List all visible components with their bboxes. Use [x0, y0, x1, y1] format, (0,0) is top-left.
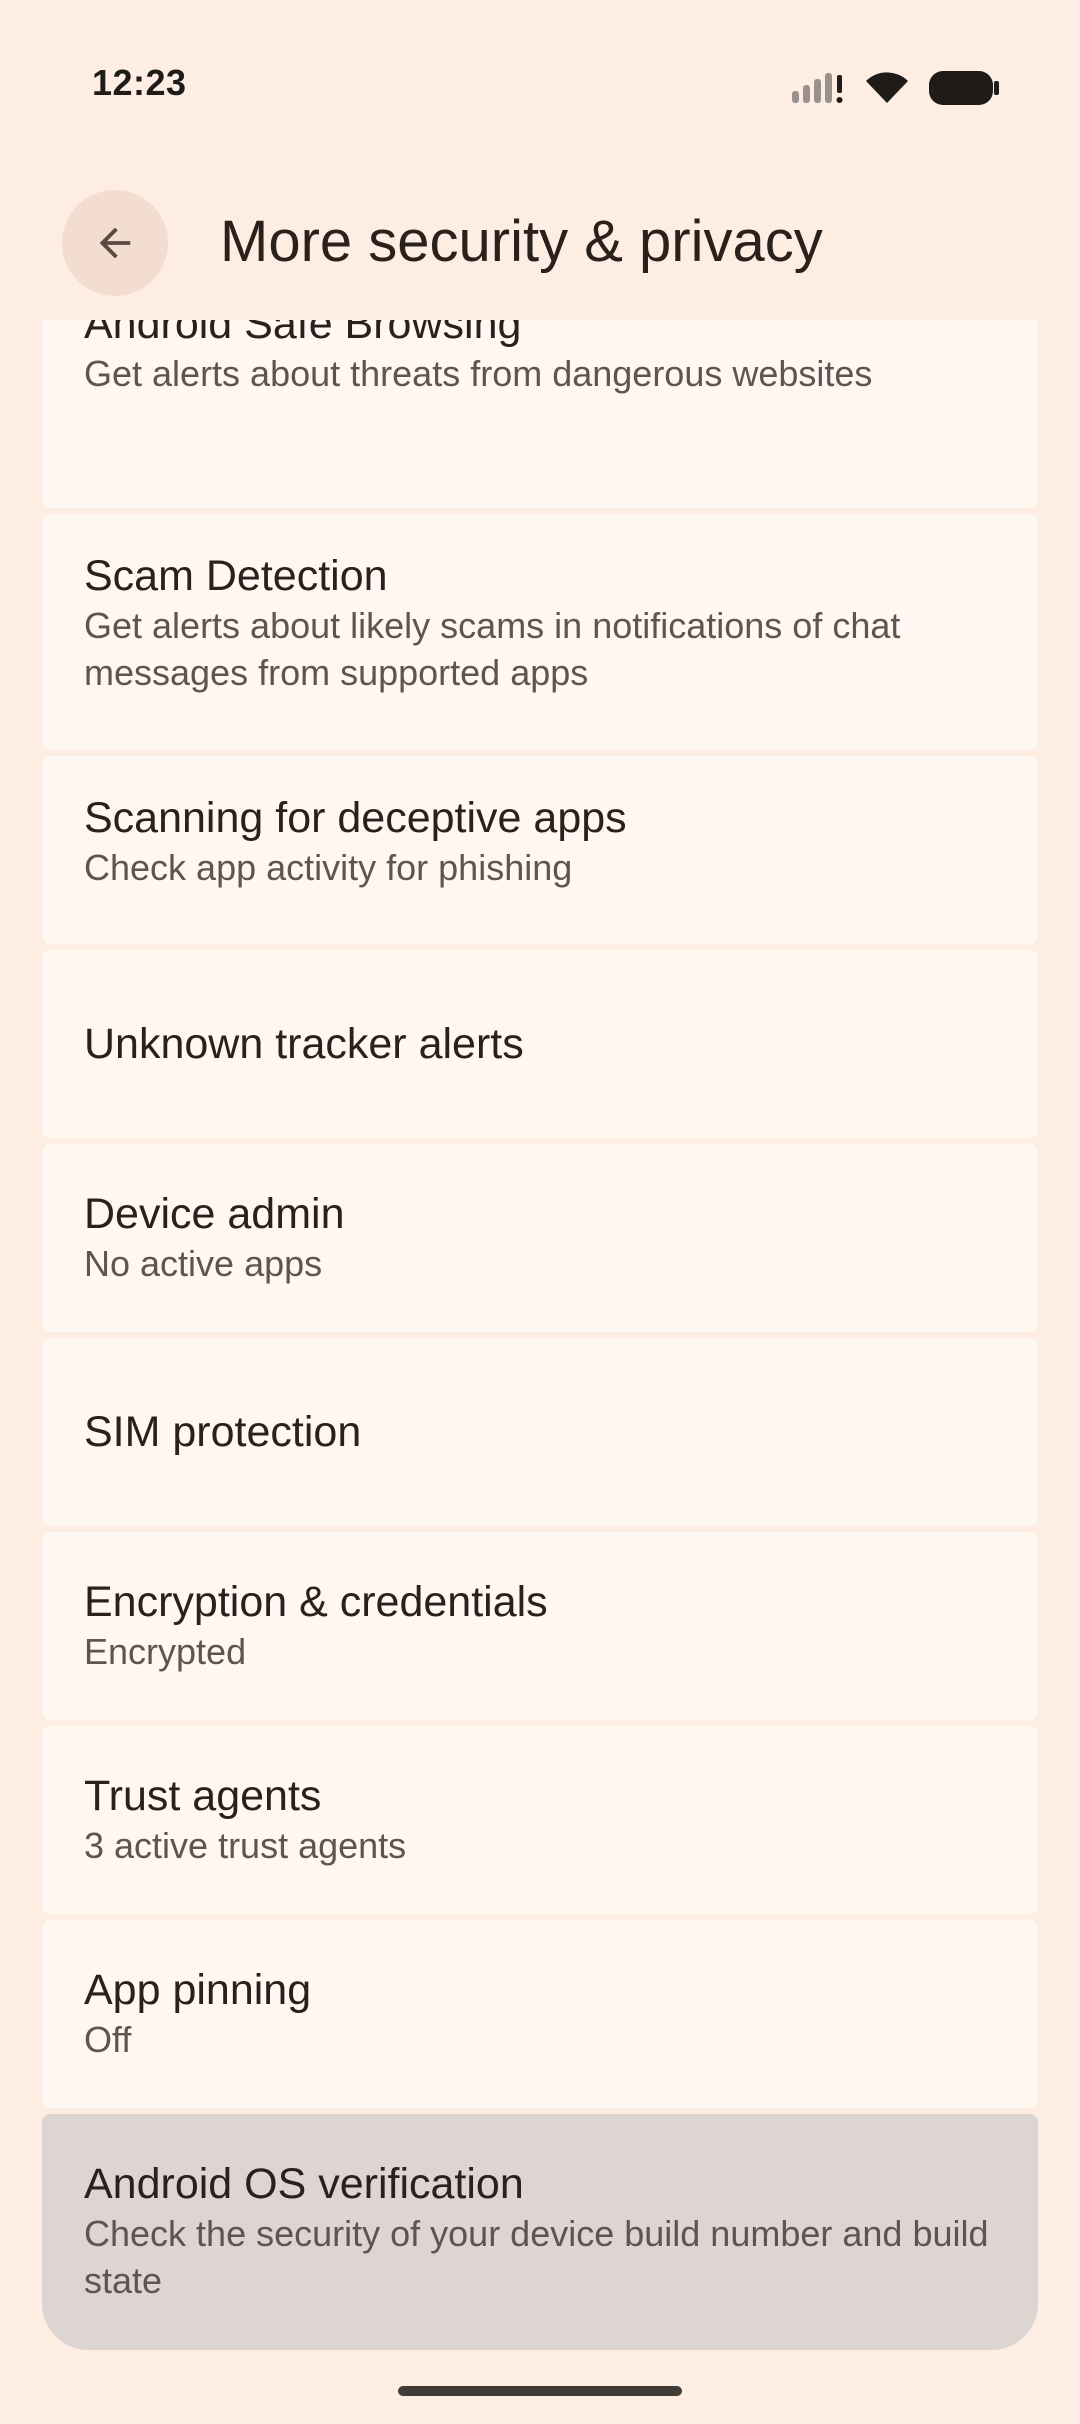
item-title: Scam Detection [84, 552, 388, 600]
app-bar: More security & privacy [0, 190, 1080, 300]
item-subtitle: Get alerts about threats from dangerous … [84, 353, 873, 394]
item-title: Android OS verification [84, 2160, 524, 2208]
item-title: Scanning for deceptive apps [84, 794, 627, 842]
item-subtitle: No active apps [84, 1243, 323, 1284]
list-item-device-admin[interactable]: Device admin No active apps [42, 1144, 1038, 1332]
home-indicator[interactable] [398, 2386, 682, 2396]
item-title: Android Safe Browsing [84, 320, 522, 348]
item-title: SIM protection [84, 1408, 362, 1456]
item-title: Encryption & credentials [84, 1578, 548, 1626]
settings-list[interactable]: Android Safe Browsing Get alerts about t… [0, 320, 1080, 2350]
status-bar: 12:23 [0, 0, 1080, 150]
item-subtitle: 3 active trust agents [84, 1825, 407, 1866]
back-button[interactable] [62, 190, 168, 296]
item-subtitle: Encrypted [84, 1631, 247, 1672]
list-item-sim-protection[interactable]: SIM protection [42, 1338, 1038, 1526]
page-title: More security & privacy [220, 209, 823, 274]
signal-icon [792, 73, 843, 103]
battery-icon [929, 71, 999, 105]
list-item-android-safe-browsing[interactable]: Android Safe Browsing Get alerts about t… [42, 320, 1038, 508]
item-title: Trust agents [84, 1772, 322, 1820]
item-title: Device admin [84, 1190, 345, 1238]
item-subtitle: Check app activity for phishing [84, 847, 573, 888]
list-item-encryption-credentials[interactable]: Encryption & credentials Encrypted [42, 1532, 1038, 1720]
item-title: Unknown tracker alerts [84, 1020, 524, 1068]
arrow-left-icon [99, 227, 131, 259]
list-item-android-os-verification[interactable]: Android OS verification Check the securi… [42, 2114, 1038, 2350]
list-item-unknown-tracker-alerts[interactable]: Unknown tracker alerts [42, 950, 1038, 1138]
item-subtitle: Get alerts about likely scams in notific… [84, 605, 901, 693]
status-icons [790, 64, 1000, 112]
item-subtitle: Off [84, 2019, 132, 2060]
list-item-app-pinning[interactable]: App pinning Off [42, 1920, 1038, 2108]
item-title: App pinning [84, 1966, 312, 2014]
wifi-icon [866, 72, 908, 103]
list-item-scam-detection[interactable]: Scam Detection Get alerts about likely s… [42, 514, 1038, 750]
item-subtitle: Check the security of your device build … [84, 2213, 989, 2301]
list-item-scanning-deceptive-apps[interactable]: Scanning for deceptive apps Check app ac… [42, 756, 1038, 944]
status-time: 12:23 [92, 62, 187, 103]
list-item-trust-agents[interactable]: Trust agents 3 active trust agents [42, 1726, 1038, 1914]
